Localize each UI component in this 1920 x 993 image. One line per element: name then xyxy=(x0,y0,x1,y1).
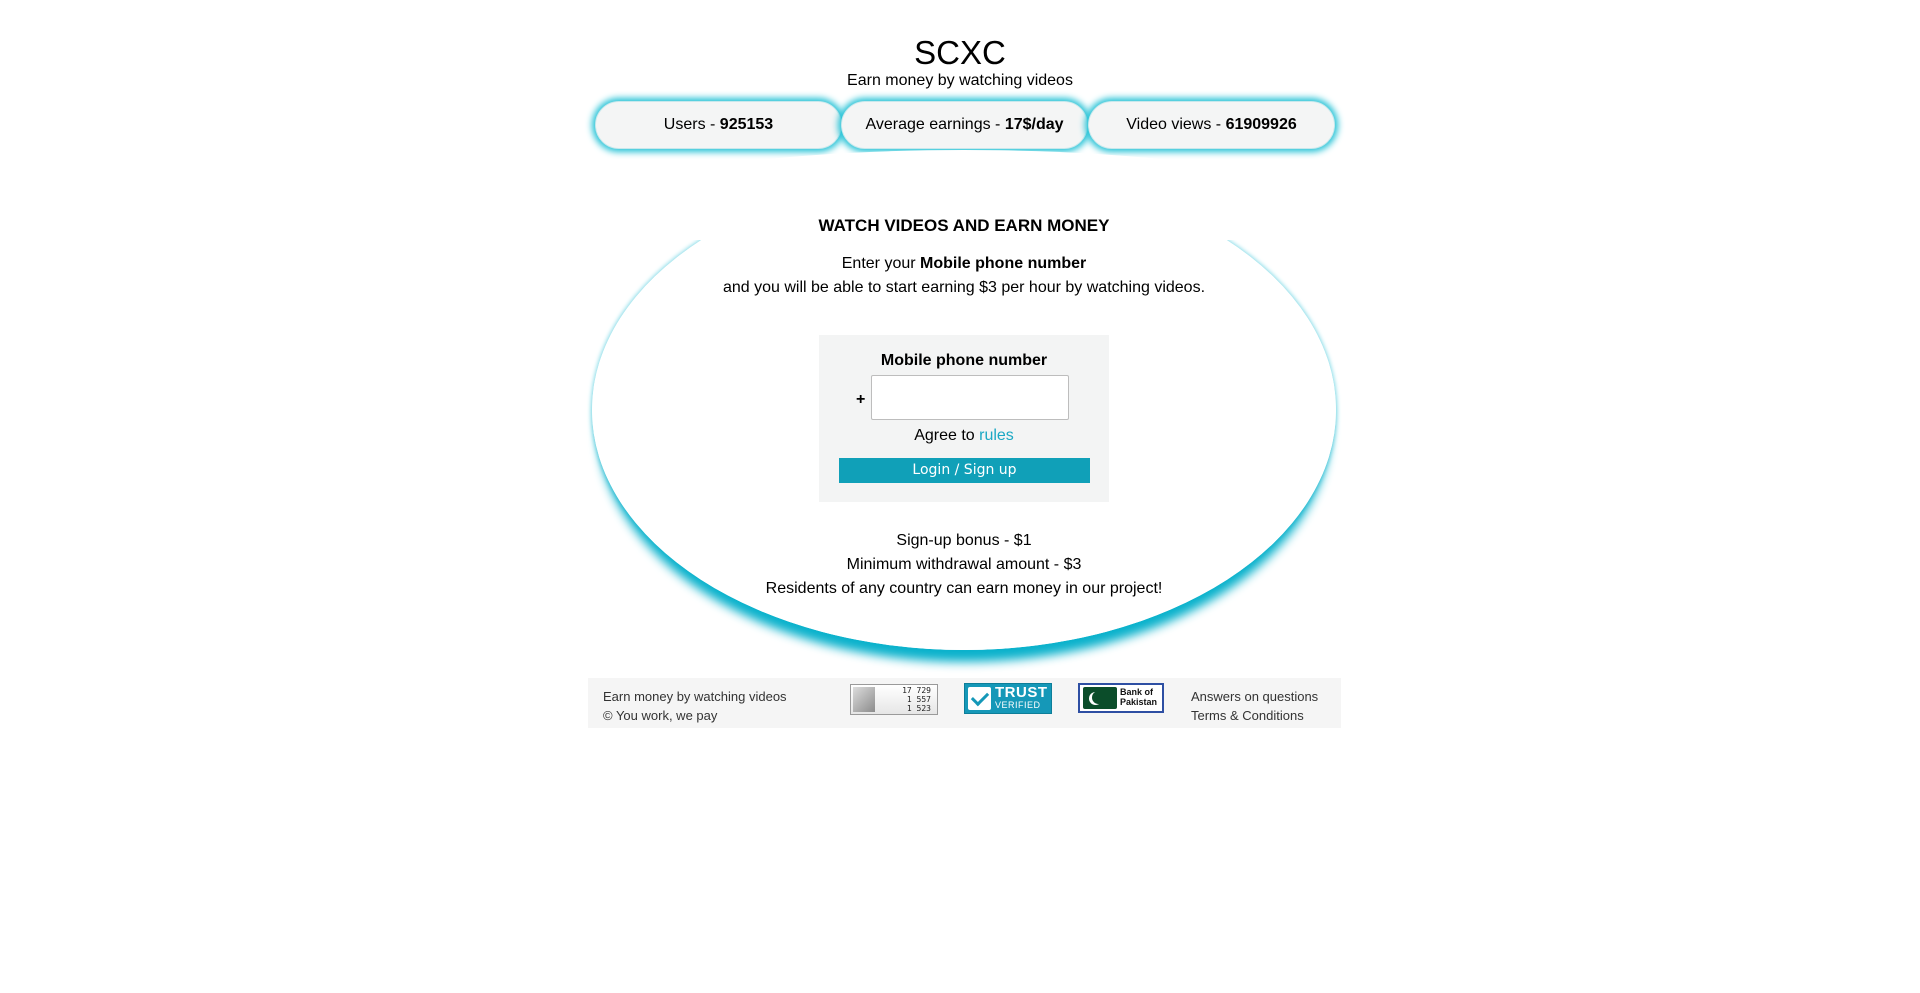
trust-verified-badge[interactable]: TRUST VERIFIED xyxy=(964,683,1052,714)
phone-field-label: Mobile phone number xyxy=(880,352,1048,369)
intro-bold: Mobile phone number xyxy=(920,255,1087,272)
footer-link-faq[interactable]: Answers on questions xyxy=(1191,687,1318,706)
site-title[interactable]: SCXC xyxy=(0,34,1920,72)
footer-link-terms[interactable]: Terms & Conditions xyxy=(1191,706,1318,725)
phone-input[interactable] xyxy=(871,375,1069,420)
intro-prefix: Enter your xyxy=(841,255,921,272)
stat-average-earnings: Average earnings - 17$/day xyxy=(841,101,1088,149)
info-minimum-withdrawal: Minimum withdrawal amount - $3 xyxy=(846,556,1082,573)
plus-sign: + xyxy=(856,391,866,408)
stat-views-label: Video views - xyxy=(1126,116,1226,133)
site-subtitle: Earn money by watching videos xyxy=(847,72,1073,89)
promo-heading: WATCH VIDEOS AND EARN MONEY xyxy=(818,216,1110,235)
counter-value-2: 1 557 xyxy=(906,695,931,704)
counter-value-3: 1 523 xyxy=(906,704,931,713)
intro-line-1: Enter your Mobile phone number xyxy=(592,255,1336,273)
bar-chart-icon xyxy=(853,687,875,712)
stat-users-value: 925153 xyxy=(719,116,774,133)
bank-of-pakistan-badge[interactable]: Bank of Pakistan xyxy=(1078,683,1164,713)
site-header: SCXC Earn money by watching videos xyxy=(0,34,1920,90)
visitor-counter-badge[interactable]: 17 729 1 557 1 523 xyxy=(850,684,938,715)
info-signup-bonus: Sign-up bonus - $1 xyxy=(896,532,1032,549)
footer: Earn money by watching videos © You work… xyxy=(588,678,1341,728)
stat-views-value: 61909926 xyxy=(1225,116,1297,133)
checkmark-icon xyxy=(968,687,991,710)
crescent-icon xyxy=(1092,691,1105,704)
agree-line: Agree to rules xyxy=(819,427,1109,445)
stat-users: Users - 925153 xyxy=(595,101,842,149)
bank-line-1: Bank of xyxy=(1120,687,1154,697)
bank-line-2: Pakistan xyxy=(1120,697,1158,707)
stat-earnings-value: 17$/day xyxy=(1004,116,1064,133)
footer-links: Answers on questions Terms & Conditions xyxy=(1191,687,1318,725)
page: SCXC Earn money by watching videos Users… xyxy=(0,0,1920,993)
counter-value-1: 17 729 xyxy=(902,686,931,695)
footer-copyright: © You work, we pay xyxy=(603,708,718,723)
footer-tagline: Earn money by watching videos xyxy=(603,689,787,704)
pakistan-flag-icon xyxy=(1083,687,1117,709)
stat-earnings-label: Average earnings - xyxy=(865,116,1005,133)
trust-word: TRUST xyxy=(995,684,1048,701)
trust-sub: VERIFIED xyxy=(995,700,1041,710)
bank-name: Bank of Pakistan xyxy=(1120,687,1157,707)
agree-prefix: Agree to xyxy=(914,427,980,444)
stat-users-label: Users - xyxy=(663,116,720,133)
signup-form: Mobile phone number + Agree to rules Log… xyxy=(819,335,1109,502)
info-residents: Residents of any country can earn money … xyxy=(765,580,1163,597)
stat-video-views: Video views - 61909926 xyxy=(1088,101,1335,149)
intro-line-2: and you will be able to start earning $3… xyxy=(722,279,1206,296)
stats-bar: Users - 925153 Average earnings - 17$/da… xyxy=(595,101,1335,149)
footer-left: Earn money by watching videos © You work… xyxy=(603,687,787,725)
login-signup-button[interactable]: Login / Sign up xyxy=(839,458,1090,483)
rules-link[interactable]: rules xyxy=(979,427,1014,444)
